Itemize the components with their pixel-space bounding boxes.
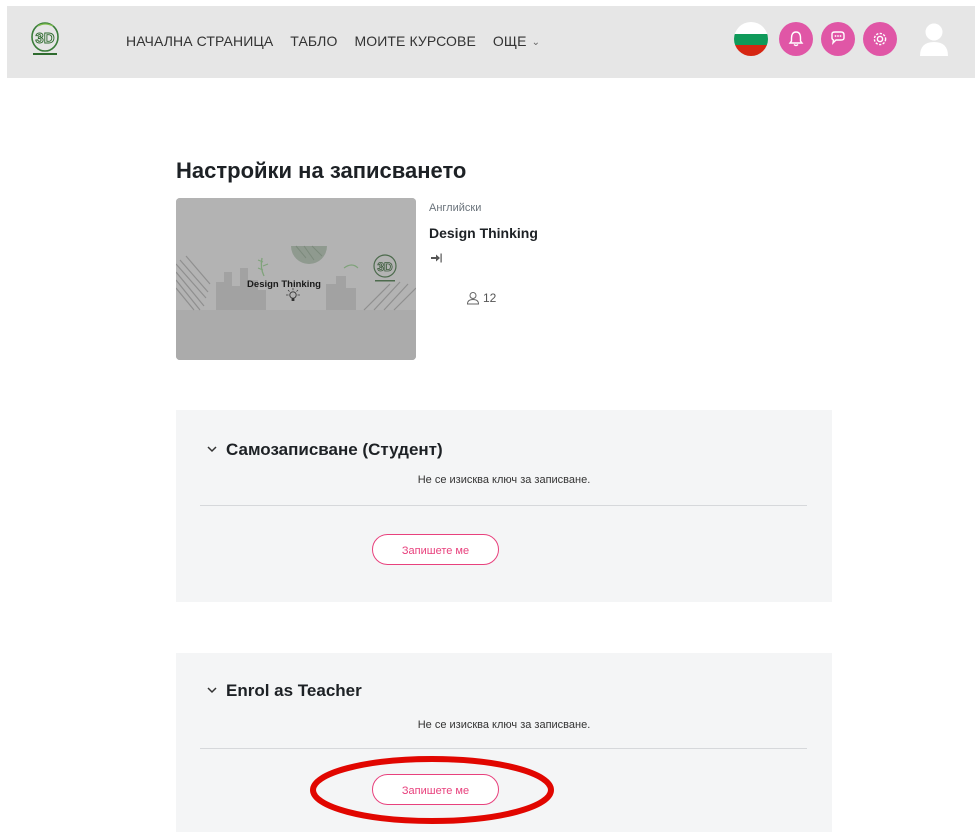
course-image[interactable]: 3D Design Thinking [176,198,416,360]
nav-dashboard[interactable]: ТАБЛО [290,33,337,49]
svg-text:3D: 3D [35,30,54,47]
enrol-key-note: Не се изисква ключ за записване. [417,474,591,486]
gear-icon[interactable] [863,22,897,56]
bulgaria-flag-icon[interactable] [734,22,768,56]
enrol-method-card-teacher: Enrol as Teacher Не се изисква ключ за з… [176,653,832,832]
user-icon [466,292,480,305]
nav-my-courses[interactable]: МОИТЕ КУРСОВЕ [354,33,475,49]
user-avatar-icon[interactable] [917,21,951,57]
course-name-link[interactable]: Design Thinking [429,225,538,241]
chevron-down-icon [207,444,217,456]
enrol-me-button[interactable]: Запишете ме [372,774,499,805]
chevron-down-icon: ⌄ [531,36,541,48]
enrol-method-header[interactable]: Самозаписване (Студент) [207,440,443,460]
nav-more[interactable]: ОЩЕ ⌄ [493,33,540,49]
enrol-method-title: Enrol as Teacher [226,681,362,700]
enrol-method-title: Самозаписване (Студент) [226,440,443,459]
svg-text:3D: 3D [377,260,393,274]
participants-value: 12 [483,291,497,305]
divider [200,748,807,749]
enrol-icon [430,252,442,267]
page-title: Настройки на записването [176,158,467,183]
top-navbar: 3D НАЧАЛНА СТРАНИЦА ТАБЛО МОИТЕ КУРСОВЕ … [7,6,975,78]
nav-home[interactable]: НАЧАЛНА СТРАНИЦА [126,33,273,49]
bell-icon[interactable] [779,22,813,56]
divider [200,505,807,506]
enrol-key-note: Не се изисква ключ за записване. [417,719,591,731]
chevron-down-icon [207,685,217,697]
enrol-method-header[interactable]: Enrol as Teacher [207,681,362,701]
site-logo[interactable]: 3D [29,20,61,58]
course-category: Английски [429,202,482,214]
participants-count: 12 [466,291,496,305]
enrol-me-button[interactable]: Запишете ме [372,534,499,565]
course-image-text: Design Thinking [247,279,321,290]
enrol-method-card-self: Самозаписване (Студент) Не се изисква кл… [176,410,832,602]
nav-more-label: ОЩЕ [492,33,527,49]
chat-icon[interactable] [821,22,855,56]
